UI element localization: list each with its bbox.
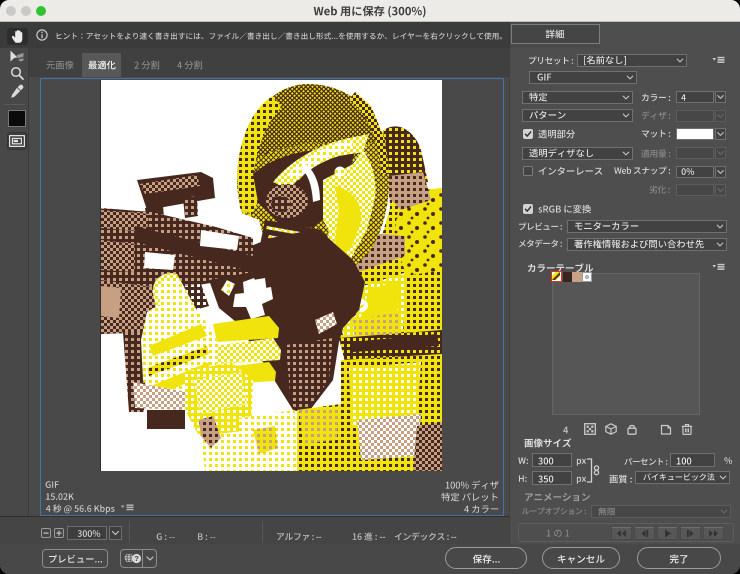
- svg-text:?: ?: [134, 554, 139, 563]
